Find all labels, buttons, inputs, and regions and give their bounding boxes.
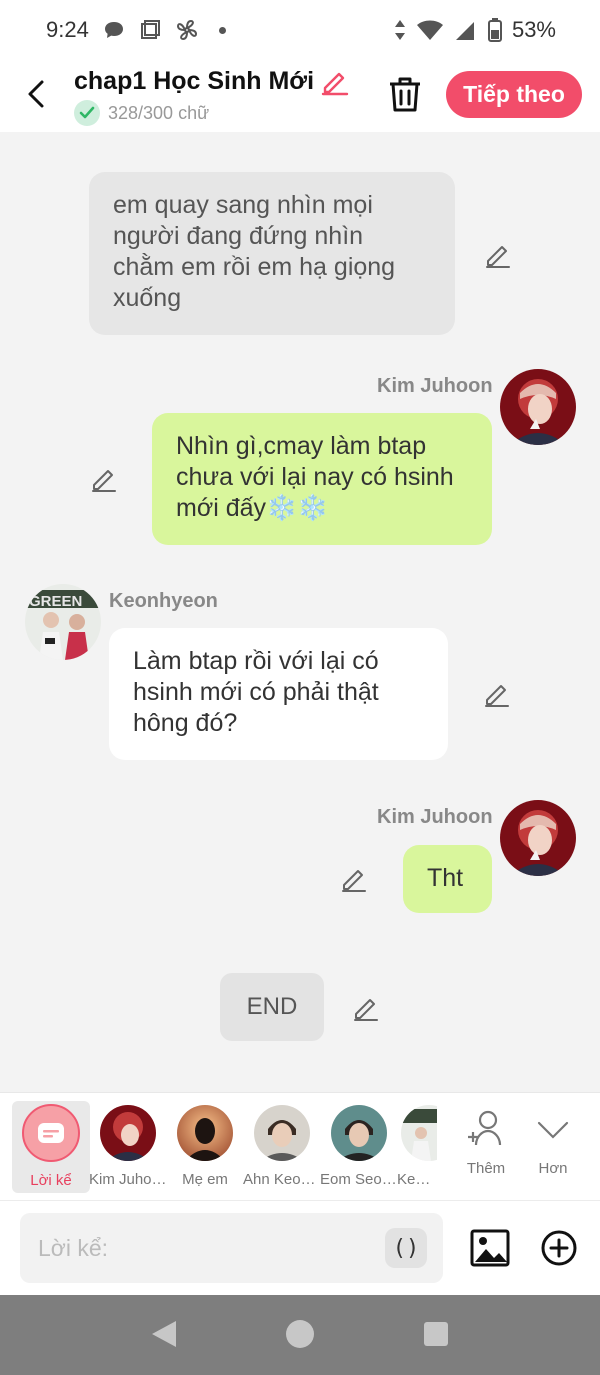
avatar (254, 1105, 310, 1161)
edit-pencil-icon[interactable] (320, 66, 350, 96)
back-arrow-icon[interactable] (22, 76, 52, 112)
system-nav-bar (0, 1295, 600, 1375)
chevron-down-icon (537, 1121, 569, 1139)
image-icon[interactable] (470, 1229, 510, 1267)
character-eom-seon[interactable]: Eom Seon... (320, 1101, 398, 1193)
character-name: Lời kể (30, 1172, 72, 1189)
composer: () (0, 1200, 600, 1295)
nav-back-icon[interactable] (150, 1319, 178, 1349)
message-text: Nhìn gì,cmay làm btap chưa với lại nay c… (176, 432, 454, 522)
avatar-kim-juhoon[interactable] (500, 800, 576, 876)
check-circle-icon (74, 100, 100, 126)
message-bubble-left[interactable]: Làm btap rồi với lại có hsinh mới có phả… (109, 628, 448, 760)
signal-icon (455, 22, 477, 40)
message-bubble-right[interactable]: Nhìn gì,cmay làm btap chưa với lại nay c… (152, 413, 492, 545)
character-name: Eom Seon... (320, 1171, 398, 1188)
end-text: END (246, 993, 298, 1020)
message-bubble-right[interactable]: Tht (403, 845, 492, 913)
sender-name: Kim Juhoon (377, 806, 493, 828)
more-label: Hơn (538, 1160, 568, 1177)
edit-pencil-icon[interactable] (483, 680, 511, 708)
battery-percent: 53% (511, 17, 556, 42)
status-time: 9:24 (46, 17, 89, 42)
message-input[interactable] (38, 1229, 368, 1267)
character-narration[interactable]: Lời kể (12, 1101, 90, 1193)
nav-recents-icon[interactable] (423, 1321, 449, 1347)
svg-text:GREEN: GREEN (29, 593, 82, 610)
avatar (177, 1105, 233, 1161)
character-name: Mẹ em (182, 1171, 228, 1188)
edit-pencil-icon[interactable] (340, 865, 368, 893)
chat-bubble-icon (104, 22, 123, 38)
message-text: Làm btap rồi với lại có hsinh mới có phả… (133, 647, 379, 737)
edit-pencil-icon[interactable] (484, 241, 512, 269)
word-count: 328/300 chữ (74, 100, 350, 126)
narration-icon (22, 1104, 80, 1162)
character-kim-juhoon[interactable]: Kim Juhoon (89, 1101, 167, 1193)
avatar (331, 1105, 387, 1161)
square-icon (140, 20, 160, 39)
chapter-title[interactable]: chap1 Học Sinh Mới (74, 66, 350, 96)
fan-icon (176, 19, 197, 41)
character-name: Kim Juhoon (89, 1171, 167, 1188)
more-button[interactable]: Hơn (514, 1101, 592, 1193)
edit-pencil-icon[interactable] (90, 465, 118, 493)
battery-icon (487, 18, 502, 42)
chat-area: em quay sang nhìn mọi người đang đứng nh… (0, 132, 600, 1092)
message-text: em quay sang nhìn mọi người đang đứng nh… (113, 191, 396, 312)
edit-pencil-icon[interactable] (352, 994, 380, 1022)
sender-name: Kim Juhoon (377, 375, 493, 397)
avatar-kim-juhoon[interactable] (500, 369, 576, 445)
chapter-title-text: chap1 Học Sinh Mới (74, 66, 315, 95)
message-text: Tht (427, 864, 464, 892)
parenthesis-button[interactable]: () (385, 1228, 427, 1268)
character-me-em[interactable]: Mẹ em (166, 1101, 244, 1193)
title-block: chap1 Học Sinh Mới 328/300 chữ (74, 66, 350, 126)
character-name: Ahn Keon... (243, 1171, 321, 1188)
character-name: Keonh (397, 1171, 437, 1188)
dot-icon (218, 26, 226, 34)
editor-header: chap1 Học Sinh Mới 328/300 chữ Tiếp theo (0, 60, 600, 132)
avatar (401, 1105, 437, 1161)
narration-bubble[interactable]: em quay sang nhìn mọi người đang đứng nh… (89, 172, 455, 335)
avatar-keonhyeon[interactable]: GREEN (25, 584, 101, 660)
add-person-icon (468, 1110, 502, 1146)
trash-icon[interactable] (386, 74, 424, 114)
next-button[interactable]: Tiếp theo (446, 71, 582, 118)
word-count-text: 328/300 chữ (108, 102, 210, 123)
nav-home-icon[interactable] (285, 1319, 315, 1349)
status-bar: 9:24 53% (0, 0, 600, 60)
wifi-icon (416, 20, 443, 40)
avatar (100, 1105, 156, 1161)
character-selector: Lời kể Kim Juhoon Mẹ em Ahn Keon... Eom … (0, 1092, 600, 1200)
character-ahn-keon[interactable]: Ahn Keon... (243, 1101, 321, 1193)
character-keonh[interactable]: Keonh (397, 1101, 437, 1193)
end-marker[interactable]: END (220, 973, 324, 1041)
data-arrows-icon (394, 20, 405, 40)
message-input-container: () (20, 1213, 443, 1283)
sender-name: Keonhyeon (109, 590, 218, 612)
add-circle-icon[interactable] (540, 1229, 578, 1267)
